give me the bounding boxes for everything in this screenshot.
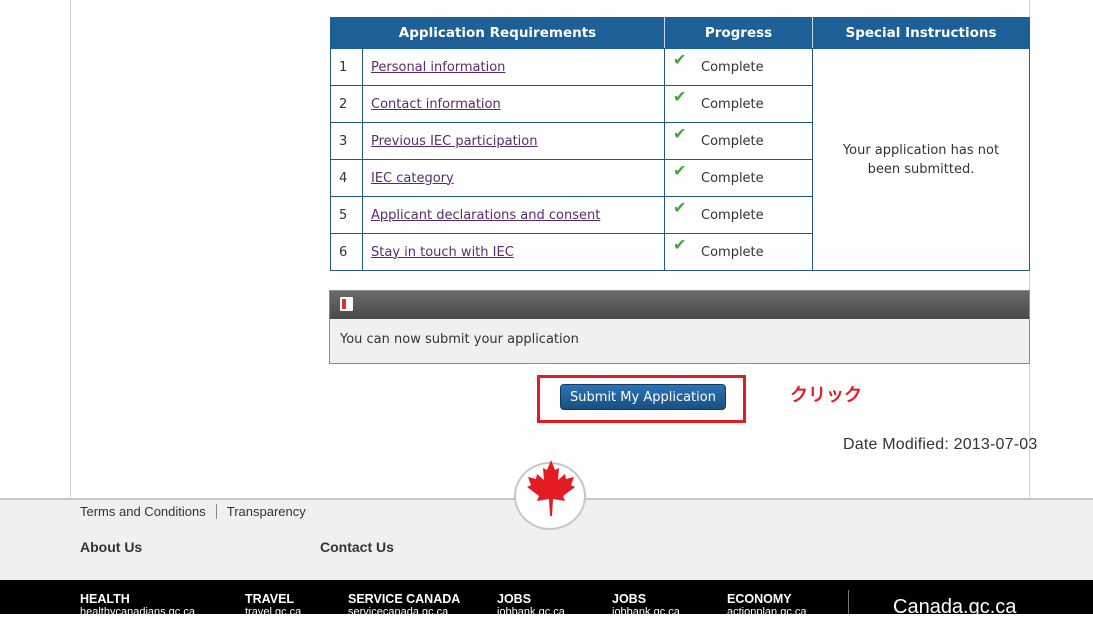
footer-health-title[interactable]: HEALTH	[80, 592, 130, 606]
requirement-cell: Stay in touch with IEC	[362, 233, 665, 271]
progress-status: Complete	[701, 170, 764, 186]
progress-cell: ✔ Complete	[664, 48, 813, 86]
progress-status: Complete	[701, 244, 764, 260]
checkmark-icon: ✔	[673, 197, 687, 217]
transparency-link[interactable]: Transparency	[227, 504, 306, 519]
footer-service-canada-link[interactable]: servicecanada.gc.ca	[348, 606, 448, 618]
checkmark-icon: ✔	[673, 86, 687, 106]
progress-status: Complete	[701, 96, 764, 112]
footer-links: Terms and Conditions Transparency	[80, 504, 306, 519]
footer-jobs-title[interactable]: JOBS	[497, 592, 531, 606]
submit-my-application-button[interactable]: Submit My Application	[560, 384, 726, 410]
requirement-link-applicant-declarations[interactable]: Applicant declarations and consent	[371, 208, 600, 223]
progress-cell: ✔ Complete	[664, 196, 813, 234]
row-number: 3	[330, 122, 363, 160]
row-number: 2	[330, 85, 363, 123]
contact-us-heading[interactable]: Contact Us	[320, 539, 394, 555]
footer-travel-title[interactable]: TRAVEL	[245, 592, 294, 606]
progress-status: Complete	[701, 207, 764, 223]
requirement-cell: Applicant declarations and consent	[362, 196, 665, 234]
row-number: 5	[330, 196, 363, 234]
special-instructions-line2: been submitted.	[867, 161, 975, 177]
special-instructions-cell: Your application has not been submitted.	[812, 48, 1030, 271]
checkmark-icon: ✔	[673, 234, 687, 254]
header-special-instructions: Special Instructions	[812, 17, 1030, 49]
progress-status: Complete	[701, 133, 764, 149]
click-annotation: クリック	[790, 385, 862, 406]
footer-jobs-link-2[interactable]: jobbank.gc.ca	[612, 606, 680, 618]
row-number: 6	[330, 233, 363, 271]
row-number: 4	[330, 159, 363, 197]
requirement-cell: Previous IEC participation	[362, 122, 665, 160]
progress-cell: ✔ Complete	[664, 85, 813, 123]
footer-economy-link[interactable]: actionplan.gc.ca	[727, 606, 807, 618]
footer-divider	[848, 590, 849, 614]
footer-health-link[interactable]: healthycanadians.gc.ca	[80, 606, 195, 618]
checkmark-icon: ✔	[673, 160, 687, 180]
progress-cell: ✔ Complete	[664, 233, 813, 271]
checkmark-icon: ✔	[673, 49, 687, 69]
requirement-link-personal-information[interactable]: Personal information	[371, 60, 505, 75]
requirement-cell: Contact information	[362, 85, 665, 123]
requirement-link-previous-iec-participation[interactable]: Previous IEC participation	[371, 134, 537, 149]
requirement-link-stay-in-touch[interactable]: Stay in touch with IEC	[371, 245, 514, 260]
footer-link-divider	[215, 504, 217, 519]
footer-travel-link[interactable]: travel.gc.ca	[245, 606, 301, 618]
canada-gc-ca-wordmark[interactable]: Canada.gc.ca	[893, 596, 1016, 619]
requirement-cell: IEC category	[362, 159, 665, 197]
table-row: 1 Personal information ✔ Complete Your ap…	[330, 48, 1030, 271]
requirement-link-iec-category[interactable]: IEC category	[371, 171, 454, 186]
header-progress: Progress	[664, 17, 813, 49]
footer-jobs-link[interactable]: jobbank.gc.ca	[497, 606, 565, 618]
submit-notice-panel: You can now submit your application	[329, 290, 1030, 364]
date-modified: Date Modified: 2013-07-03	[843, 436, 1038, 453]
requirements-table: Application Requirements Progress Specia…	[330, 17, 1030, 271]
maple-leaf-icon	[527, 460, 575, 516]
footer-jobs-title-2[interactable]: JOBS	[612, 592, 646, 606]
checkmark-icon: ✔	[673, 123, 687, 143]
progress-cell: ✔ Complete	[664, 122, 813, 160]
book-icon	[340, 297, 353, 311]
footer-economy-title[interactable]: ECONOMY	[727, 592, 792, 606]
terms-and-conditions-link[interactable]: Terms and Conditions	[80, 504, 206, 519]
progress-status: Complete	[701, 59, 764, 75]
about-us-heading[interactable]: About Us	[80, 539, 142, 555]
progress-cell: ✔ Complete	[664, 159, 813, 197]
requirement-link-contact-information[interactable]: Contact information	[371, 97, 501, 112]
notice-header-bar	[330, 291, 1029, 319]
requirement-cell: Personal information	[362, 48, 665, 86]
header-application-requirements: Application Requirements	[330, 17, 665, 49]
row-number: 1	[330, 48, 363, 86]
footer-service-canada-title[interactable]: SERVICE CANADA	[348, 592, 460, 606]
special-instructions-line1: Your application has not	[842, 142, 1000, 158]
footer-black-band: HEALTH healthycanadians.gc.ca TRAVEL tra…	[0, 580, 1093, 618]
table-header-row: Application Requirements Progress Specia…	[330, 17, 1030, 49]
notice-message: You can now submit your application	[340, 332, 579, 347]
